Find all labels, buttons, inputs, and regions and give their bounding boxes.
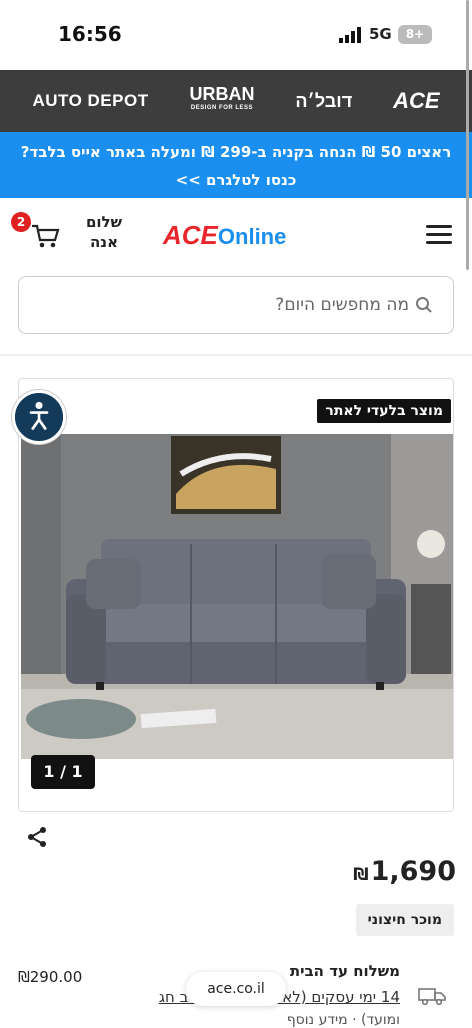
share-icon[interactable] xyxy=(26,826,48,848)
browser-url-pill[interactable]: ace.co.il xyxy=(186,972,286,1006)
brand-auto-depot[interactable]: AUTO DEPOT xyxy=(32,91,148,111)
logo-online-text: Online xyxy=(217,224,287,249)
hamburger-menu-icon[interactable] xyxy=(426,225,452,245)
auto-depot-logo: AUTO DEPOT xyxy=(32,91,149,110)
header-divider xyxy=(0,354,472,356)
status-bar: 16:56 5G 8+ xyxy=(0,0,472,70)
status-time: 16:56 xyxy=(58,22,122,46)
brand-dubale[interactable]: דובל׳ה xyxy=(295,91,352,112)
signal-icon xyxy=(339,27,361,43)
logo-ace-text: ACE xyxy=(163,220,218,250)
cart-icon[interactable] xyxy=(30,222,60,250)
scrollbar[interactable] xyxy=(466,0,469,270)
urban-tagline: DESIGN FOR LESS xyxy=(190,105,254,111)
battery-icon: 8+ xyxy=(398,25,432,44)
seller-badge: מוכר חיצוני xyxy=(355,904,454,936)
product-price: ₪1,690 xyxy=(353,856,456,887)
search-box xyxy=(18,276,454,334)
currency-symbol: ₪ xyxy=(353,865,369,885)
brand-ace[interactable]: ACE xyxy=(393,88,439,114)
image-counter: 1 / 1 xyxy=(31,755,95,789)
shipping-price: ₪290.00 xyxy=(18,968,83,986)
price-value: 1,690 xyxy=(370,856,456,887)
user-greeting[interactable]: שלום אנה xyxy=(74,212,134,252)
shipping-title: משלוח עד הבית xyxy=(289,962,400,980)
brand-bar: AUTO DEPOT URBAN DESIGN FOR LESS דובל׳ה … xyxy=(0,70,472,132)
site-logo[interactable]: ACEOnline xyxy=(163,220,286,251)
promo-banner[interactable]: ראצים 50 ₪ הנחה בקניה ב-299 ₪ ומעלה באתר… xyxy=(0,132,472,198)
exclusive-badge: מוצר בלעדי לאתר xyxy=(317,399,451,423)
network-type: 5G xyxy=(369,25,392,43)
cart-count-badge: 2 xyxy=(11,212,31,232)
site-header: ACEOnline שלום אנה xyxy=(0,198,472,276)
product-image[interactable] xyxy=(21,434,453,759)
search-icon[interactable] xyxy=(415,296,433,314)
truck-icon xyxy=(418,988,446,1006)
promo-text: ראצים 50 ₪ הנחה בקניה ב-299 ₪ ומעלה באתר… xyxy=(20,143,452,189)
brand-urban[interactable]: URBAN DESIGN FOR LESS xyxy=(189,85,254,115)
search-input[interactable] xyxy=(29,285,409,325)
accessibility-icon[interactable] xyxy=(12,390,66,444)
product-gallery: מוצר בלעדי לאתר 1 / 1 xyxy=(18,378,454,812)
shipping-more-info[interactable]: ומועד) · מידע נוסף xyxy=(287,1012,400,1028)
